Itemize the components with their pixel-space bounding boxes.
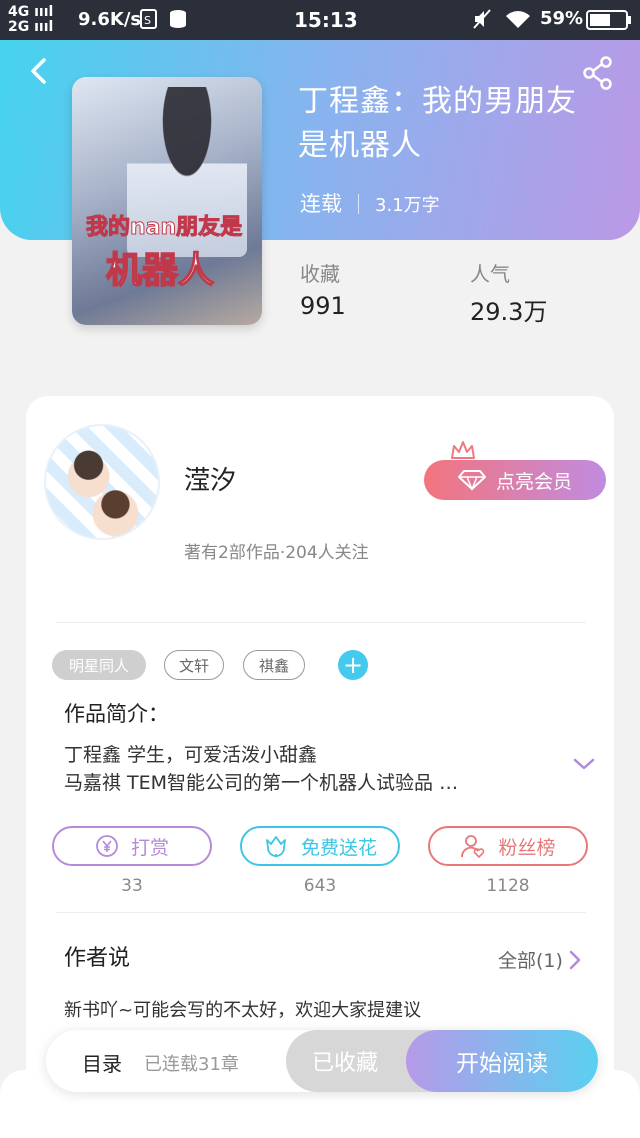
diamond-icon xyxy=(457,470,486,491)
intro-title: 作品简介： xyxy=(64,702,169,726)
clock: 15:13 xyxy=(294,8,358,32)
tag-item[interactable]: 明星同人 xyxy=(52,650,146,680)
status-bar: 4G ıııl 2G ıııl 9.6K/s S 15:13 59% xyxy=(0,0,640,40)
tag-item[interactable]: 祺鑫 xyxy=(243,650,305,680)
meta-divider xyxy=(358,194,359,214)
favorites-value: 991 xyxy=(300,292,346,320)
fan-user-icon xyxy=(461,835,485,859)
author-say-text: 新书吖~可能会写的不太好，欢迎大家提建议 xyxy=(64,1000,422,1021)
author-say-all-link[interactable]: 全部(1) xyxy=(498,946,581,973)
fan-ranking-button[interactable]: 粉丝榜 xyxy=(428,826,588,866)
author-name[interactable]: 滢汐 xyxy=(184,460,236,497)
start-reading-button[interactable]: 开始阅读 xyxy=(406,1030,598,1092)
network-speed: 9.6K/s xyxy=(78,9,142,30)
network-type-1: 4G xyxy=(8,4,30,20)
vip-button-label: 点亮会员 xyxy=(495,470,572,493)
collected-label: 已收藏 xyxy=(312,1051,379,1076)
author-stats: 著有2部作品·204人关注 xyxy=(184,543,369,563)
send-flower-button[interactable]: 免费送花 xyxy=(240,826,400,866)
divider xyxy=(56,622,586,623)
back-icon[interactable] xyxy=(24,56,54,86)
toc-button[interactable]: 目录 xyxy=(82,1048,122,1077)
divider xyxy=(56,912,586,913)
word-count: 3.1万字 xyxy=(375,195,440,216)
book-meta: 连载 3.1万字 xyxy=(300,188,440,218)
popularity-label: 人气 xyxy=(470,262,510,286)
start-reading-label: 开始阅读 xyxy=(456,1051,548,1077)
battery-percent: 59% xyxy=(540,8,584,29)
intro-line-1: 丁程鑫 学生，可爱活泼小甜鑫 xyxy=(64,744,318,766)
bottom-action-bar: 目录 已连载31章 已收藏 开始阅读 xyxy=(46,1030,598,1092)
author-avatar[interactable] xyxy=(44,424,160,540)
flower-count: 643 xyxy=(303,876,337,896)
database-icon xyxy=(170,10,186,28)
tip-count: 33 xyxy=(121,876,143,896)
tag-item[interactable]: 文轩 xyxy=(164,650,224,680)
battery-icon xyxy=(586,10,631,30)
tip-label: 打赏 xyxy=(130,836,169,859)
chapter-count: 已连载31章 xyxy=(144,1054,239,1075)
send-flower-label: 免费送花 xyxy=(300,836,377,859)
crown-icon xyxy=(451,441,475,459)
book-cover[interactable]: 我的nan朋友是 机器人 xyxy=(72,77,262,325)
intro-line-2: 马嘉祺 TEM智能公司的第一个机器人试验品 … xyxy=(64,772,459,794)
add-tag-button[interactable]: + xyxy=(338,650,368,680)
cover-title-line1: 我的nan朋友是 xyxy=(85,215,243,241)
yen-coin-icon xyxy=(96,835,118,857)
network-indicator: 4G ıııl 2G ıııl xyxy=(8,4,54,35)
tip-button[interactable]: 打赏 xyxy=(52,826,212,866)
all-link-label: 全部(1) xyxy=(498,950,563,972)
wifi-icon xyxy=(506,11,530,28)
vip-button[interactable]: 点亮会员 xyxy=(424,460,606,500)
svg-text:S: S xyxy=(144,14,151,27)
mute-icon xyxy=(473,9,491,29)
favorites-label: 收藏 xyxy=(300,262,340,286)
sim-icon: S xyxy=(140,9,157,29)
author-say-title: 作者说 xyxy=(64,946,131,971)
flower-icon xyxy=(266,836,286,857)
chevron-down-icon[interactable] xyxy=(572,756,596,772)
book-status: 连载 xyxy=(300,192,342,216)
chevron-right-icon xyxy=(569,950,581,969)
popularity-value: 29.3万 xyxy=(470,298,548,326)
book-title: 丁程鑫：我的男朋友是机器人 xyxy=(298,84,577,163)
network-type-2: 2G xyxy=(8,19,30,35)
fan-count: 1128 xyxy=(486,876,530,896)
cover-title-line2: 机器人 xyxy=(105,249,215,292)
fan-ranking-label: 粉丝榜 xyxy=(498,836,556,859)
